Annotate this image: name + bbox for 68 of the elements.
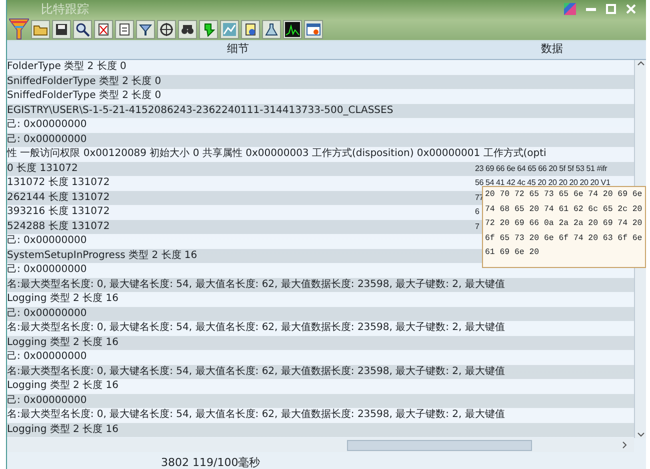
table-cell: SniffedFolderType 类型 2 长度 0	[7, 76, 162, 86]
hex-tooltip: 20 70 72 65 73 65 6e 74 20 69 6e 74 68 65 20 74 61 62 6c 65 2c 20 72 20 69 66 0a 2a 2a 20 69 74 20 6f 65 73 20 6e 6f 74 20 63 6f 6e 61 69 6e 20	[482, 186, 646, 268]
scroll-right-icon[interactable]	[622, 441, 628, 449]
horizontal-scrollbar[interactable]	[7, 438, 634, 452]
table-cell: 己: 0x00000000	[7, 394, 87, 406]
search-icon	[75, 22, 90, 36]
column-header[interactable]: 数据	[541, 41, 563, 58]
save-button[interactable]	[52, 20, 71, 38]
table-cell: 262144 长度 131072	[7, 192, 110, 202]
document-button[interactable]	[115, 20, 134, 38]
document-icon	[96, 22, 111, 36]
maximize-icon[interactable]	[606, 4, 616, 14]
table-cell: 名:最大类型名长度: 0, 最大键名长度: 54, 最大值名长度: 62, 最大值数据长度: 23598, 最大子键数: 2, 最大键值	[7, 366, 505, 376]
document-button[interactable]	[241, 20, 260, 38]
table-cell: SystemSetupInProgress 类型 2 长度 16	[7, 250, 198, 260]
table-cell: 393216 长度 131072	[7, 206, 110, 217]
table-cell: 己: 0x00000000	[7, 308, 87, 318]
table-cell: SniffedFolderType 类型 2 长度 0	[7, 90, 162, 101]
scroll-up-icon[interactable]	[636, 60, 644, 66]
table-cell: 6	[475, 207, 480, 216]
close-icon[interactable]	[626, 4, 636, 14]
table-cell: 名:最大类型名长度: 0, 最大键名长度: 54, 最大值名长度: 62, 最大值数据长度: 23598, 最大子键数: 2, 最大键值	[7, 409, 505, 420]
table-cell: 23 69 66 6e 64 65 66 20 5f 5f 53 51 #ifr	[475, 164, 608, 172]
window-icon	[306, 22, 321, 36]
table-cell: 56 54 41 42 4c 45 20 20 20 20 20 20 V1	[475, 178, 610, 187]
filter-icon	[138, 22, 153, 36]
chart-icon	[222, 22, 237, 36]
table-cell: Logging 类型 2 长度 16	[7, 336, 118, 348]
table-cell: 己: 0x00000000	[7, 134, 87, 144]
table-cell: 性 一般访问权限 0x00120089 初始大小 0 共享属性 0x00000003 工作方式(disposition) 0x00000001 工作方式(opti	[7, 148, 546, 159]
table-cell: 0 长度 131072	[7, 162, 78, 174]
document-button[interactable]	[94, 20, 113, 38]
scrollbar-thumb[interactable]	[347, 440, 532, 450]
table-cell: 己: 0x00000000	[7, 235, 87, 246]
table-cell: 7	[475, 222, 480, 230]
filter-button[interactable]	[136, 20, 155, 38]
table-cell: 524288 长度 131072	[7, 220, 110, 232]
column-header[interactable]: 细节	[227, 41, 249, 58]
table-cell: FolderType 类型 2 长度 0	[7, 61, 126, 72]
document-icon	[243, 22, 258, 36]
status-text: 3802 119/100毫秒	[161, 456, 260, 469]
table-cell: Logging 类型 2 长度 16	[7, 293, 118, 304]
waveform-icon	[285, 22, 300, 36]
funnel-icon[interactable]	[9, 18, 29, 40]
table-cell: EGISTRY\USER\S-1-5-21-4152086243-2362240111-314413733-500_CLASSES	[7, 104, 394, 116]
table-cell: 己: 0x00000000	[7, 351, 87, 362]
table-cell: 名:最大类型名长度: 0, 最大键名长度: 54, 最大值名长度: 62, 最大值数据长度: 23598, 最大子键数: 2, 最大键值	[7, 278, 505, 290]
document-icon	[117, 22, 132, 36]
table-cell: 131072 长度 131072	[7, 177, 110, 188]
table-cell: 己: 0x00000000	[7, 119, 87, 130]
flask-icon	[264, 22, 279, 36]
window-title: 比特跟踪	[41, 1, 89, 18]
minimize-icon[interactable]	[586, 8, 596, 10]
scroll-down-icon[interactable]	[636, 432, 644, 438]
app-icon	[564, 3, 576, 15]
table-cell: Logging 类型 2 长度 16	[7, 424, 118, 434]
save-icon	[54, 22, 69, 36]
table-cell: Logging 类型 2 长度 16	[7, 380, 118, 391]
table-cell: 名:最大类型名长度: 0, 最大键名长度: 54, 最大值名长度: 62, 最大值数据长度: 23598, 最大子键数: 2, 最大键值	[7, 322, 505, 333]
binoculars-button[interactable]	[178, 20, 197, 38]
folder-button[interactable]	[31, 20, 50, 38]
search-button[interactable]	[73, 20, 92, 38]
waveform-button[interactable]	[283, 20, 302, 38]
target-icon	[159, 22, 174, 36]
table-cell: 己: 0x00000000	[7, 264, 87, 275]
window-button[interactable]	[304, 20, 323, 38]
flask-button[interactable]	[262, 20, 281, 38]
target-button[interactable]	[157, 20, 176, 38]
